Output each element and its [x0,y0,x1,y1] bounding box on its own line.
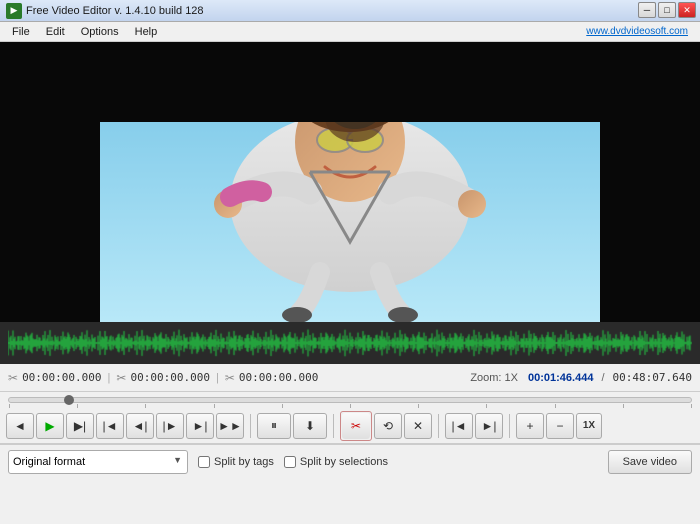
split-by-tags-label[interactable]: Split by tags [198,456,274,468]
tick-10 [691,404,692,408]
tick-4 [282,404,283,408]
mark-in-icon: ✂ [8,371,18,385]
menu-edit[interactable]: Edit [38,24,73,40]
skip-start-button[interactable]: |◄ [96,413,124,439]
bottom-bar: Original formatMP4AVIMKVMOVWMVFLV ▼ Spli… [0,444,700,478]
mark-cut-time: 00:00:00.000 [239,371,318,384]
split-by-selections-text: Split by selections [300,456,388,468]
tick-7 [486,404,487,408]
minimize-button[interactable]: ─ [638,2,656,18]
download-button[interactable]: ⬇ [293,413,327,439]
waveform-canvas [8,328,692,358]
tick-6 [418,404,419,408]
current-time: 00:01:46.444 [528,372,593,384]
close-button[interactable]: ✕ [678,2,696,18]
play-button[interactable]: ▶ [36,413,64,439]
frame-forward-button[interactable]: ►| [475,413,503,439]
website-link[interactable]: www.dvdvideosoft.com [586,26,696,37]
divider-2 [333,414,334,438]
scrubber-row[interactable] [0,392,700,408]
tick-9 [623,404,624,408]
rewind-button[interactable]: ◄ [6,413,34,439]
time-separator: / [601,372,604,384]
skip-end-far-button[interactable]: ►► [216,413,244,439]
mark-in-time: 00:00:00.000 [22,371,101,384]
mark-out-icon: ✂ [116,371,126,385]
save-video-button[interactable]: Save video [608,450,692,474]
play-fast-button[interactable]: ▶| [66,413,94,439]
frame-back-button[interactable]: |◄ [445,413,473,439]
format-select-wrapper[interactable]: Original formatMP4AVIMKVMOVWMVFLV ▼ [8,450,188,474]
title-text: Free Video Editor v. 1.4.10 build 128 [26,5,204,17]
mark-cut-icon: ✂ [225,371,235,385]
tick-2 [145,404,146,408]
delete-button[interactable]: ✕ [404,413,432,439]
rotate-button[interactable]: ⟲ [374,413,402,439]
menu-file[interactable]: File [4,24,38,40]
split-by-selections-checkbox[interactable] [284,456,296,468]
volume-up-button[interactable]: + [516,413,544,439]
divider-1 [250,414,251,438]
zoom-label: Zoom: 1X [470,372,518,384]
speed-button[interactable]: 1X [576,413,602,439]
tick-0 [9,404,10,408]
scrubber-handle[interactable] [64,395,74,405]
cut-group: ✂ [340,411,372,441]
total-time: 00:48:07.640 [613,371,692,384]
menu-help[interactable]: Help [127,24,166,40]
menu-options[interactable]: Options [73,24,127,40]
split-by-tags-text: Split by tags [214,456,274,468]
tick-8 [555,404,556,408]
step-forward-button[interactable]: |► [156,413,184,439]
divider-4 [509,414,510,438]
scrubber-track[interactable] [8,397,692,403]
maximize-button[interactable]: □ [658,2,676,18]
title-bar: ▶ Free Video Editor v. 1.4.10 build 128 … [0,0,700,22]
skip-end-button[interactable]: ►| [186,413,214,439]
tick-1 [77,404,78,408]
video-display [0,42,700,322]
format-select[interactable]: Original formatMP4AVIMKVMOVWMVFLV [8,450,188,474]
video-content [0,42,700,322]
window-controls[interactable]: ─ □ ✕ [638,2,696,18]
step-back-button[interactable]: ◄| [126,413,154,439]
menu-bar: File Edit Options Help www.dvdvideosoft.… [0,22,700,42]
divider-3 [438,414,439,438]
app-icon: ▶ [6,3,22,19]
waveform-display [0,322,700,364]
split-by-tags-checkbox[interactable] [198,456,210,468]
mark-out-time: 00:00:00.000 [130,371,209,384]
pause-button[interactable]: ⏸ [257,413,291,439]
tick-5 [350,404,351,408]
timeline-controls: ✂ 00:00:00.000 | ✂ 00:00:00.000 | ✂ 00:0… [0,364,700,392]
cut-button[interactable]: ✂ [342,413,370,439]
volume-down-button[interactable]: − [546,413,574,439]
split-by-selections-label[interactable]: Split by selections [284,456,388,468]
playback-controls: ◄ ▶ ▶| |◄ ◄| |► ►| ►► ⏸ ⬇ ✂ ⟲ ✕ |◄ ►| + … [0,408,700,444]
tick-3 [214,404,215,408]
